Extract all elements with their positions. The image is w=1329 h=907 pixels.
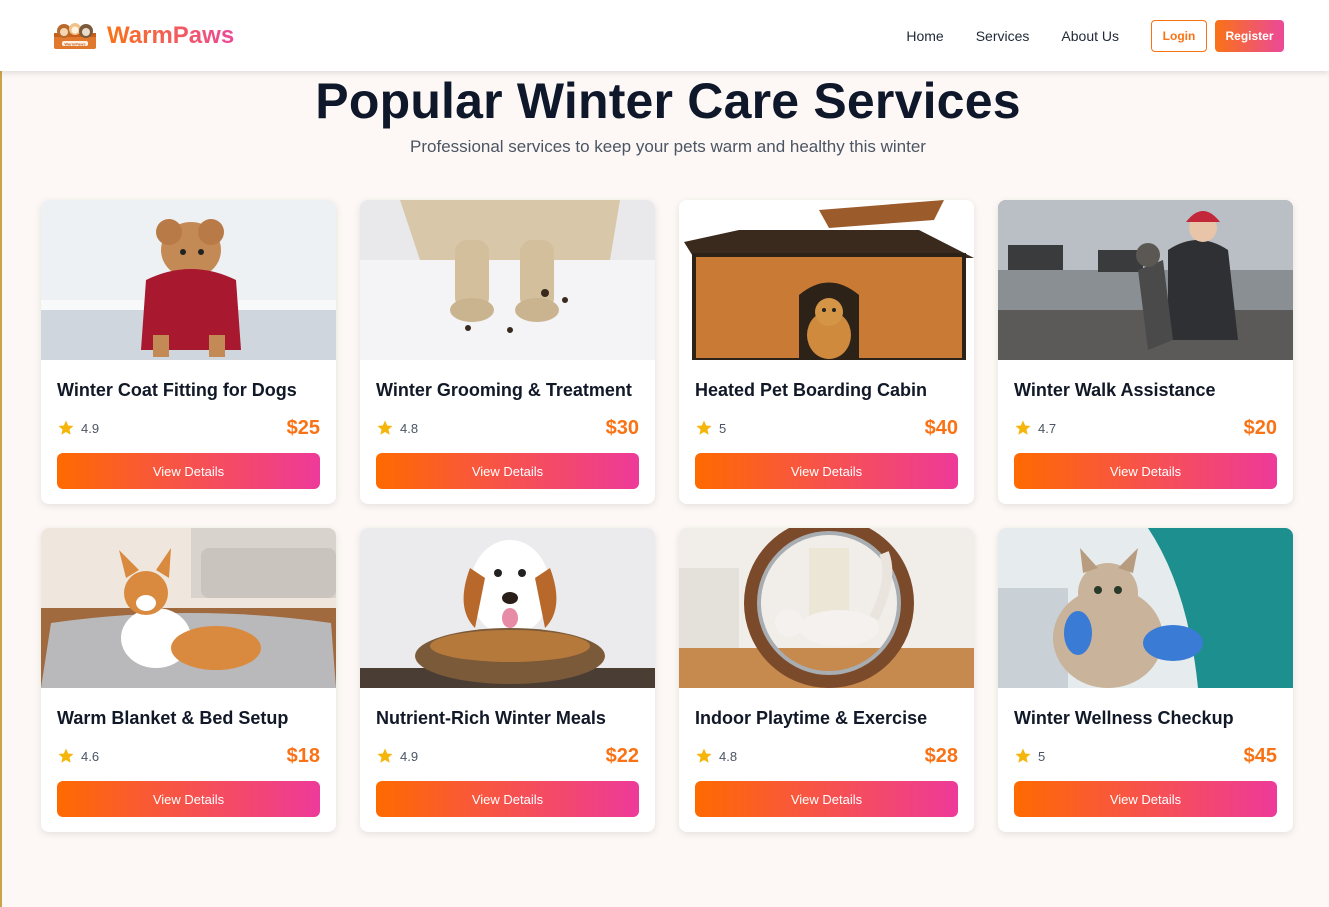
- service-image-beagle-with-food-bowl: [360, 528, 655, 688]
- nav-link-services[interactable]: Services: [976, 28, 1030, 44]
- service-title: Winter Grooming & Treatment: [376, 380, 632, 400]
- rating-value: 4.7: [1038, 420, 1057, 436]
- service-title: Indoor Playtime & Exercise: [695, 708, 928, 728]
- view-details-button[interactable]: View Details: [1014, 781, 1277, 817]
- service-card: Heated Pet Boarding Cabin 5 $40 View Det…: [679, 200, 974, 504]
- service-title: Winter Walk Assistance: [1014, 380, 1216, 400]
- service-image-woman-with-dog-in-park: [998, 200, 1293, 360]
- star-icon: [1015, 420, 1031, 435]
- rating: 4.8: [376, 419, 418, 437]
- nav-links: Home Services About Us Login Register: [906, 19, 1284, 52]
- view-details-button[interactable]: View Details: [57, 453, 320, 489]
- register-button[interactable]: Register: [1215, 19, 1284, 52]
- nav-link-home[interactable]: Home: [906, 28, 943, 44]
- rating: 4.7: [1014, 419, 1056, 437]
- brand-name: WarmPaws: [107, 21, 235, 49]
- paws-logo-icon: WarmPaws: [54, 22, 96, 49]
- rating: 4.9: [57, 419, 99, 437]
- view-details-button[interactable]: View Details: [376, 781, 639, 817]
- view-details-button[interactable]: View Details: [376, 453, 639, 489]
- service-title: Nutrient-Rich Winter Meals: [376, 708, 606, 728]
- star-icon: [377, 420, 393, 435]
- price: $22: [605, 744, 639, 767]
- service-title: Heated Pet Boarding Cabin: [695, 380, 928, 400]
- service-image-dog-paws-in-snow: [360, 200, 655, 360]
- service-title: Winter Wellness Checkup: [1014, 708, 1234, 728]
- service-card: Winter Coat Fitting for Dogs 4.9 $25 Vie…: [41, 200, 336, 504]
- price: $18: [286, 744, 320, 767]
- star-icon: [58, 748, 74, 763]
- star-icon: [696, 420, 712, 435]
- star-icon: [696, 748, 712, 763]
- service-card: Warm Blanket & Bed Setup 4.6 $18 View De…: [41, 528, 336, 832]
- service-image-dog-in-red-coat: [41, 200, 336, 360]
- view-details-button[interactable]: View Details: [695, 453, 958, 489]
- service-image-dog-in-wooden-house: [679, 200, 974, 360]
- price: $30: [605, 416, 639, 439]
- rating-value: 4.8: [719, 748, 738, 764]
- service-card: Winter Wellness Checkup 5 $45 View Detai…: [998, 528, 1293, 832]
- service-image-corgi-on-blanket: [41, 528, 336, 688]
- rating: 5: [695, 419, 726, 437]
- service-card: Winter Grooming & Treatment 4.8 $30 View…: [360, 200, 655, 504]
- service-card: Indoor Playtime & Exercise 4.8 $28 View …: [679, 528, 974, 832]
- page-title: Popular Winter Care Services: [315, 73, 1021, 129]
- service-title: Warm Blanket & Bed Setup: [57, 708, 289, 728]
- star-icon: [58, 420, 74, 435]
- rating-value: 4.9: [81, 420, 100, 436]
- login-button[interactable]: Login: [1151, 19, 1207, 52]
- brand[interactable]: WarmPaws WarmPaws: [52, 21, 234, 51]
- price: $20: [1243, 416, 1277, 439]
- logo-text: WarmPaws: [64, 41, 86, 46]
- rating-value: 4.9: [400, 748, 419, 764]
- services-grid: Winter Coat Fitting for Dogs 4.9 $25 Vie…: [41, 200, 1293, 832]
- rating: 4.6: [57, 747, 99, 765]
- service-title: Winter Coat Fitting for Dogs: [57, 380, 297, 400]
- service-card: Winter Walk Assistance 4.7 $20 View Deta…: [998, 200, 1293, 504]
- service-image-cat-vet-checkup: [998, 528, 1293, 688]
- service-card: Nutrient-Rich Winter Meals 4.9 $22 View …: [360, 528, 655, 832]
- view-details-button[interactable]: View Details: [695, 781, 958, 817]
- rating: 5: [1014, 747, 1045, 765]
- price: $45: [1243, 744, 1277, 767]
- nav-link-about-us[interactable]: About Us: [1061, 28, 1119, 44]
- price: $40: [924, 416, 958, 439]
- view-details-button[interactable]: View Details: [57, 781, 320, 817]
- rating-value: 4.8: [400, 420, 419, 436]
- price: $25: [286, 416, 320, 439]
- service-image-cat-on-exercise-wheel: [679, 528, 974, 688]
- rating-value: 5: [1038, 748, 1046, 764]
- rating-value: 5: [719, 420, 727, 436]
- star-icon: [1015, 748, 1031, 763]
- rating: 4.9: [376, 747, 418, 765]
- navbar: WarmPaws WarmPaws Home Services About Us…: [0, 0, 1329, 71]
- price: $28: [924, 744, 958, 767]
- view-details-button[interactable]: View Details: [1014, 453, 1277, 489]
- rating-value: 4.6: [81, 748, 100, 764]
- page-subtitle: Professional services to keep your pets …: [410, 137, 926, 156]
- star-icon: [377, 748, 393, 763]
- rating: 4.8: [695, 747, 737, 765]
